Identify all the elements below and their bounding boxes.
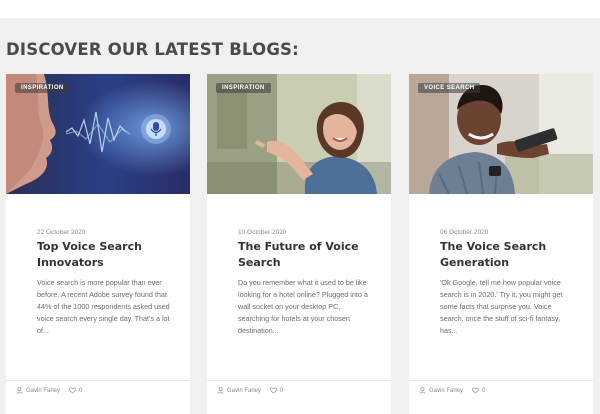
post-excerpt: Voice search is more popular than ever b…: [37, 278, 170, 335]
divider: [6, 380, 190, 381]
like-count: 0: [482, 387, 486, 394]
like-count: 0: [79, 387, 83, 394]
heart-icon[interactable]: [69, 387, 76, 394]
post-date: 22 October 2020: [37, 229, 86, 236]
post-excerpt: Do you remember what it used to be like …: [238, 278, 368, 335]
post-title[interactable]: The Future of Voice Search: [238, 239, 378, 271]
category-badge[interactable]: VOICE SEARCH: [418, 83, 481, 93]
blog-card[interactable]: INSPIRATION 10 October 2020 The Future o…: [207, 74, 391, 414]
user-icon: [217, 387, 224, 394]
post-excerpt: 'Ok Google, tell me how popular voice se…: [440, 278, 563, 335]
post-meta: Gavin Farley 0: [16, 387, 82, 394]
blog-card[interactable]: VOICE SEARCH 06 October 2020 The Voice S…: [409, 74, 593, 414]
post-date: 10 October 2020: [238, 229, 287, 236]
heart-icon[interactable]: [472, 387, 479, 394]
top-bar: [0, 0, 600, 18]
author-name[interactable]: Gavin Farley: [26, 388, 60, 394]
post-meta: Gavin Farley 0: [217, 387, 283, 394]
divider: [409, 380, 593, 381]
post-date: 06 October 2020: [440, 229, 489, 236]
divider: [207, 380, 391, 381]
user-icon: [419, 387, 426, 394]
post-title[interactable]: The Voice Search Generation: [440, 239, 580, 271]
post-title[interactable]: Top Voice Search Innovators: [37, 239, 177, 271]
category-badge[interactable]: INSPIRATION: [216, 83, 271, 93]
category-badge[interactable]: INSPIRATION: [15, 83, 70, 93]
like-count: 0: [280, 387, 284, 394]
post-meta: Gavin Farley 0: [419, 387, 485, 394]
author-name[interactable]: Gavin Farley: [429, 388, 463, 394]
author-name[interactable]: Gavin Farley: [227, 388, 261, 394]
user-icon: [16, 387, 23, 394]
heart-icon[interactable]: [270, 387, 277, 394]
section-title: DISCOVER OUR LATEST BLOGS:: [6, 40, 299, 59]
blog-card[interactable]: INSPIRATION 22 October 2020 Top Voice Se…: [6, 74, 190, 414]
